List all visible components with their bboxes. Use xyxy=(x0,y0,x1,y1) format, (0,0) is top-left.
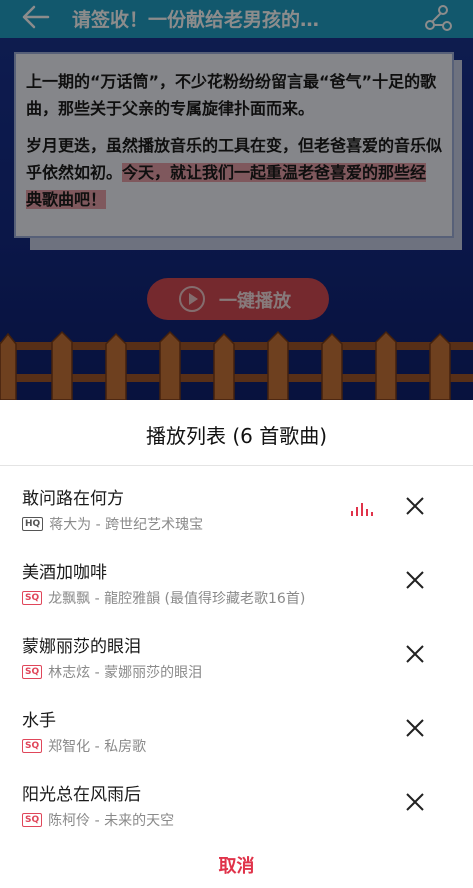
modal-overlay[interactable] xyxy=(0,0,473,400)
song-meta: HQ 蒋大为 - 跨世纪艺术瑰宝 xyxy=(22,514,203,534)
playlist-sheet: 播放列表 (6 首歌曲) 敢问路在何方 HQ 蒋大为 - 跨世纪艺术瑰宝 美酒加… xyxy=(0,400,473,888)
song-row[interactable]: 美酒加咖啡 SQ 龙飘飘 - 龍腔雅韻 (最值得珍藏老歌16首) xyxy=(0,546,473,620)
song-title: 阳光总在风雨后 xyxy=(22,785,141,805)
song-title: 水手 xyxy=(22,711,56,731)
song-meta: SQ 龙飘飘 - 龍腔雅韻 (最值得珍藏老歌16首) xyxy=(22,588,305,608)
close-icon[interactable] xyxy=(404,569,426,591)
song-artist-album: 蒋大为 - 跨世纪艺术瑰宝 xyxy=(49,517,204,533)
article-background: 请签收！一份献给老男孩的… 上一期的“万话筒”，不少花粉纷纷留言最“爸气”十足的… xyxy=(0,0,473,400)
song-row[interactable]: 阳光总在风雨后 SQ 陈柯伶 - 未来的天空 xyxy=(0,768,473,842)
quality-badge: SQ xyxy=(22,665,43,679)
song-meta: SQ 林志炫 - 蒙娜丽莎的眼泪 xyxy=(22,662,202,682)
song-row[interactable]: 敢问路在何方 HQ 蒋大为 - 跨世纪艺术瑰宝 xyxy=(0,472,473,546)
close-icon[interactable] xyxy=(404,643,426,665)
quality-badge: SQ xyxy=(22,591,43,605)
song-artist-album: 郑智化 - 私房歌 xyxy=(48,739,147,755)
equalizer-icon xyxy=(351,503,373,516)
close-icon[interactable] xyxy=(404,495,426,517)
song-meta: SQ 郑智化 - 私房歌 xyxy=(22,736,146,756)
song-artist-album: 林志炫 - 蒙娜丽莎的眼泪 xyxy=(48,665,203,681)
close-icon[interactable] xyxy=(404,791,426,813)
song-artist-album: 龙飘飘 - 龍腔雅韻 (最值得珍藏老歌16首) xyxy=(48,591,306,607)
playlist-title: 播放列表 (6 首歌曲) xyxy=(145,424,328,448)
song-title: 美酒加咖啡 xyxy=(22,563,107,583)
song-row[interactable]: 水手 SQ 郑智化 - 私房歌 xyxy=(0,694,473,768)
song-title: 敢问路在何方 xyxy=(22,489,124,509)
quality-badge: SQ xyxy=(22,739,43,753)
quality-badge: HQ xyxy=(22,517,44,531)
song-title: 蒙娜丽莎的眼泪 xyxy=(22,637,141,657)
close-icon[interactable] xyxy=(404,717,426,739)
quality-badge: SQ xyxy=(22,813,43,827)
song-artist-album: 陈柯伶 - 未来的天空 xyxy=(48,813,175,829)
song-meta: SQ 陈柯伶 - 未来的天空 xyxy=(22,810,174,830)
cancel-button[interactable]: 取消 xyxy=(0,852,473,878)
divider xyxy=(0,465,473,466)
song-row[interactable]: 蒙娜丽莎的眼泪 SQ 林志炫 - 蒙娜丽莎的眼泪 xyxy=(0,620,473,694)
